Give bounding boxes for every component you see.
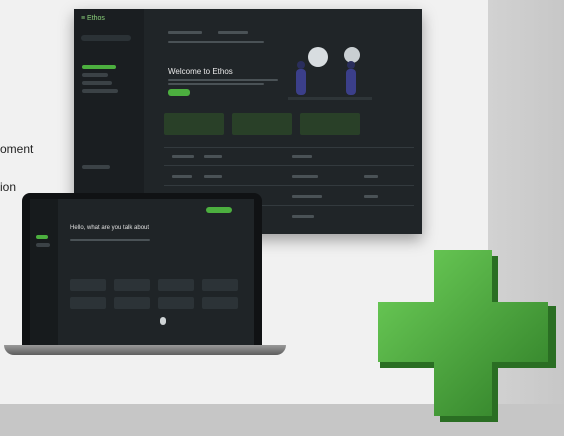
laptop-subtext [70, 239, 150, 241]
laptop-heading: Hello, what are you talk about [70, 225, 150, 231]
mic-icon[interactable] [160, 317, 166, 325]
option-button[interactable] [202, 297, 238, 309]
option-button[interactable] [114, 279, 150, 291]
sidebar-item[interactable] [82, 165, 110, 169]
option-button[interactable] [158, 297, 194, 309]
side-text-2: ion [0, 180, 17, 194]
table-cell [204, 155, 222, 158]
laptop-nav-item[interactable] [36, 243, 50, 247]
stat-card [300, 113, 360, 135]
table-cell [292, 155, 312, 158]
green-cross-icon [378, 250, 556, 422]
option-button[interactable] [158, 279, 194, 291]
table-cell [292, 215, 314, 218]
table-divider [164, 165, 414, 166]
sidebar-item-active[interactable] [82, 65, 116, 69]
laptop-action-button[interactable] [206, 207, 232, 213]
header-subtext [168, 41, 264, 43]
welcome-text [168, 83, 264, 85]
sidebar-search[interactable] [81, 35, 131, 41]
table-cell [292, 195, 322, 198]
stat-card [232, 113, 292, 135]
laptop-nav-active[interactable] [36, 235, 48, 239]
table-divider [164, 147, 414, 148]
laptop-base [4, 345, 286, 355]
welcome-title: Welcome to Ethos [168, 67, 233, 76]
stat-card [164, 113, 224, 135]
header-field [218, 31, 248, 34]
table-cell [172, 175, 192, 178]
laptop-screen: Hello, what are you talk about [30, 199, 254, 345]
option-button[interactable] [114, 297, 150, 309]
side-text-1: oment [0, 142, 34, 156]
table-cell [292, 175, 318, 178]
dashboard-logo: ≡ Ethos [81, 15, 105, 22]
table-cell [204, 175, 222, 178]
table-cell [172, 155, 194, 158]
table-divider [164, 185, 414, 186]
table-cell [364, 175, 378, 178]
illustration [288, 47, 372, 100]
welcome-text [168, 79, 278, 81]
sidebar-item[interactable] [82, 89, 118, 93]
laptop-sidebar [30, 199, 58, 345]
table-cell [364, 195, 378, 198]
header-field [168, 31, 202, 34]
sidebar-item[interactable] [82, 73, 108, 77]
laptop-notch [130, 193, 154, 198]
welcome-cta-button[interactable] [168, 89, 190, 96]
option-button[interactable] [70, 279, 106, 291]
option-button[interactable] [70, 297, 106, 309]
option-button[interactable] [202, 279, 238, 291]
sidebar-item[interactable] [82, 81, 112, 85]
